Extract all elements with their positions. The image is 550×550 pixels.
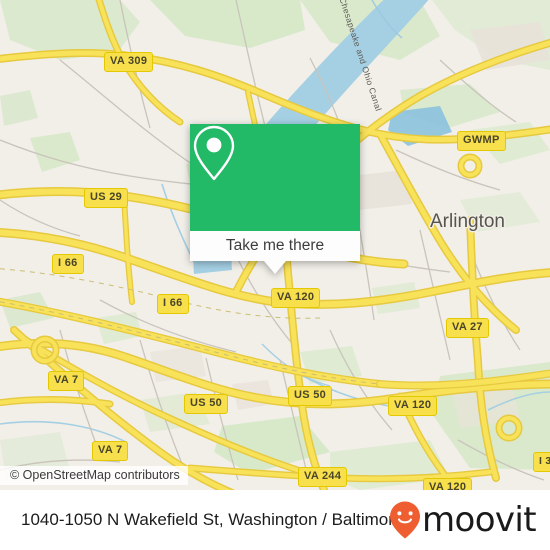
location-pin-icon: [193, 125, 235, 181]
road-shield-i395-partial[interactable]: I 3: [533, 452, 550, 472]
moovit-brand[interactable]: moovit: [388, 500, 537, 540]
road-shield-us50-b[interactable]: US 50: [288, 386, 333, 406]
road-shield-va309[interactable]: VA 309: [104, 52, 154, 72]
road-shield-va244[interactable]: VA 244: [298, 467, 348, 487]
road-shield-i66-a[interactable]: I 66: [52, 254, 84, 274]
road-shield-va120-c[interactable]: VA 120: [423, 478, 473, 490]
map-screenshot-root: Chesapeake and Ohio Canal Arlington VA 3…: [0, 0, 550, 550]
address-title: 1040-1050 N Wakefield St, Washington / B…: [21, 510, 404, 529]
map-canvas[interactable]: Chesapeake and Ohio Canal Arlington VA 3…: [0, 0, 550, 490]
moovit-smiley-pin-icon: [389, 501, 420, 539]
road-shield-gwmp[interactable]: GWMP: [457, 131, 506, 151]
popup-header: [190, 124, 360, 231]
footer-bar: 1040-1050 N Wakefield St, Washington / B…: [0, 490, 550, 550]
road-shield-va7-a[interactable]: VA 7: [48, 371, 85, 391]
road-shield-va27[interactable]: VA 27: [446, 318, 489, 338]
take-me-there-label: Take me there: [225, 237, 325, 254]
road-shield-i66-b[interactable]: I 66: [157, 294, 189, 314]
road-shield-va120-b[interactable]: VA 120: [388, 396, 438, 416]
road-shield-us50-a[interactable]: US 50: [184, 394, 229, 414]
road-shield-us29[interactable]: US 29: [84, 188, 129, 208]
road-shield-va7-b[interactable]: VA 7: [92, 441, 129, 461]
place-label-arlington: Arlington: [430, 211, 505, 232]
destination-popup[interactable]: Take me there: [190, 124, 360, 274]
popup-tail: [264, 261, 286, 274]
road-shield-va120-a[interactable]: VA 120: [271, 288, 321, 308]
map-attribution[interactable]: © OpenStreetMap contributors: [0, 466, 188, 485]
moovit-wordmark: moovit: [421, 500, 537, 540]
take-me-there-button[interactable]: Take me there: [190, 231, 360, 261]
